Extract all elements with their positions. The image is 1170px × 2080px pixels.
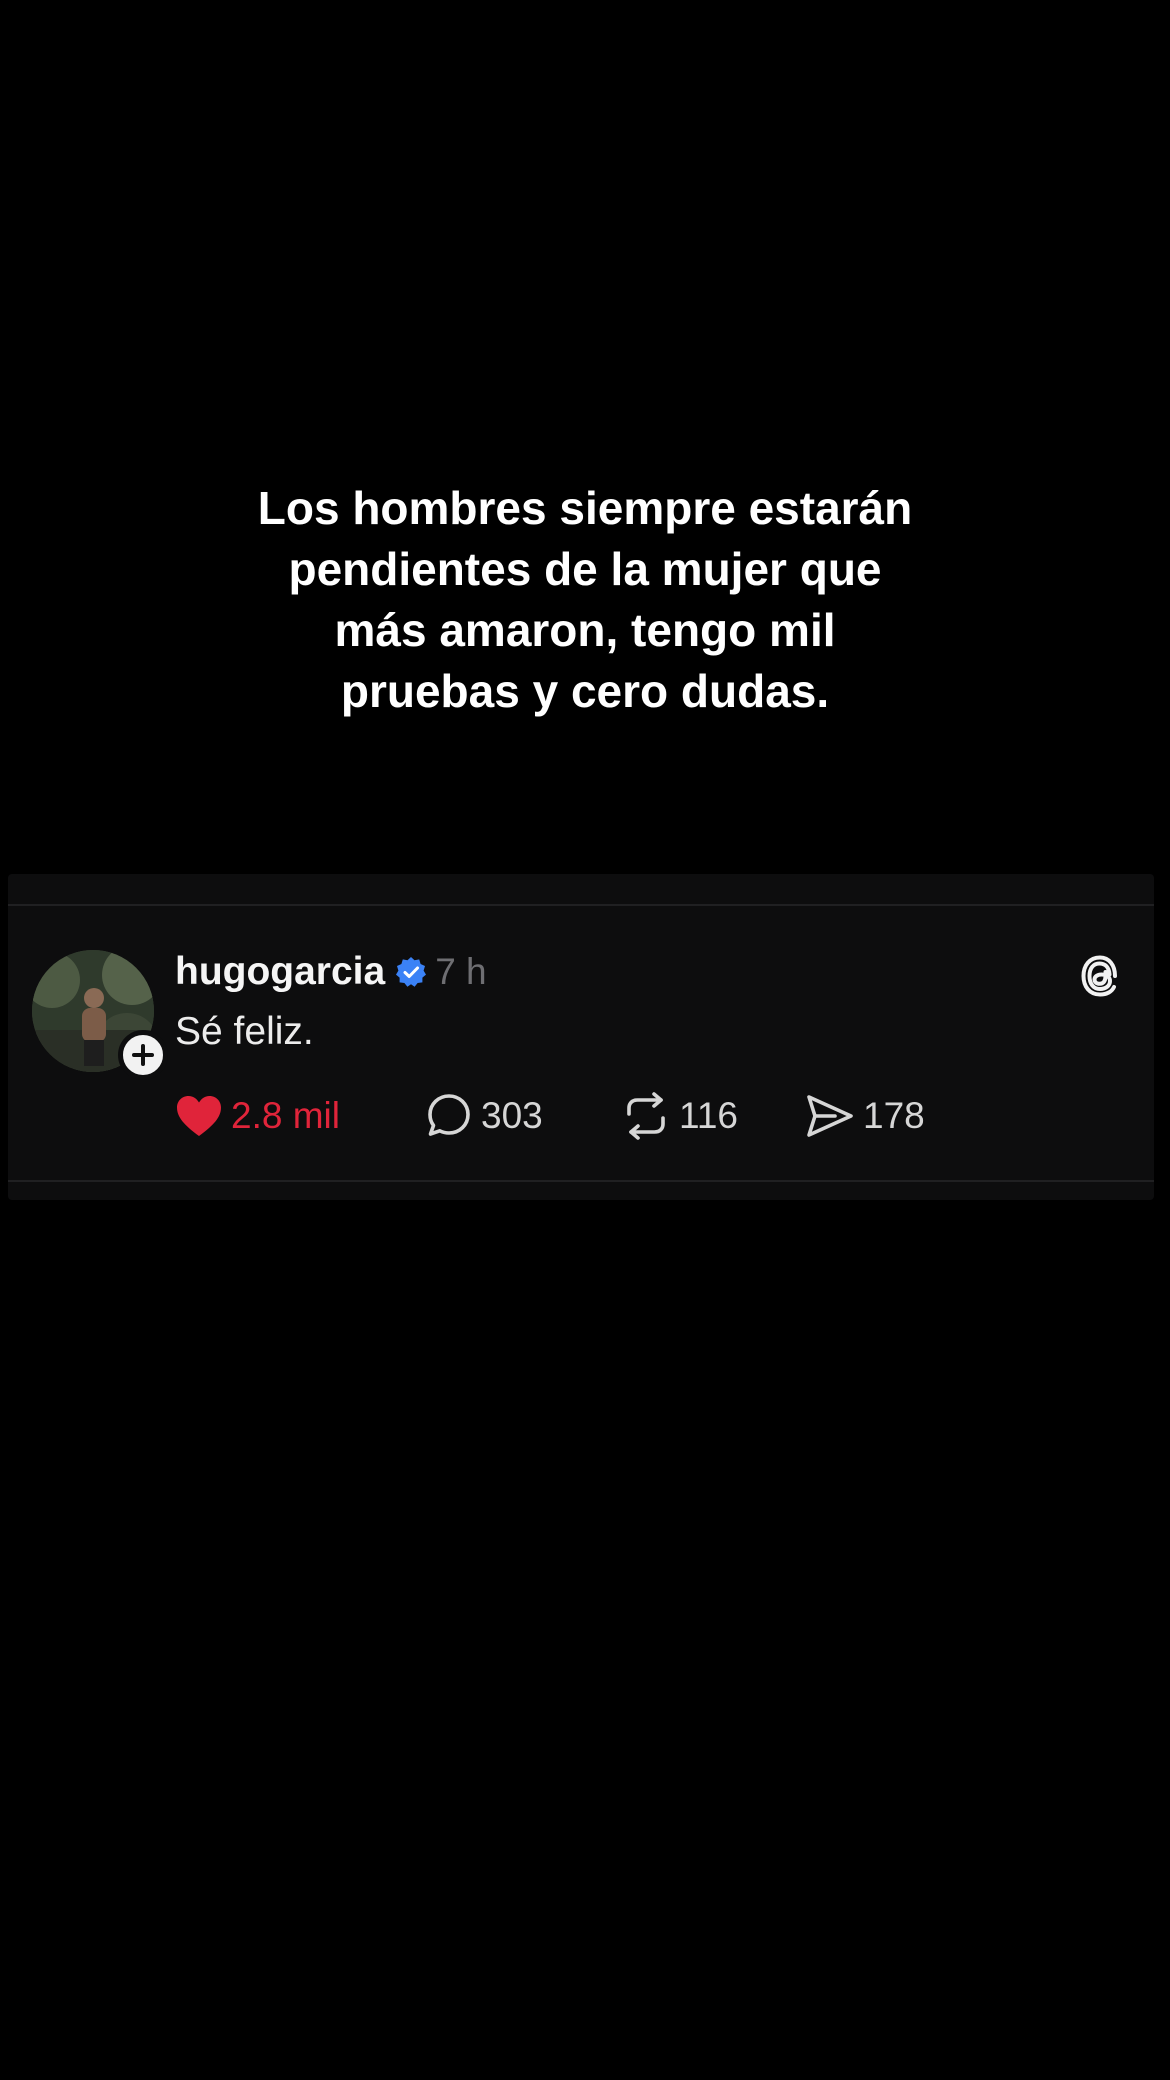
divider <box>8 1180 1154 1182</box>
post-timestamp: 7 h <box>435 951 487 992</box>
repost-icon <box>627 1092 665 1140</box>
heart-icon <box>177 1096 221 1136</box>
caption-line: pendientes de la mujer que <box>288 543 882 595</box>
caption-line: Los hombres siempre estarán <box>257 482 913 534</box>
repost-button[interactable]: 116 <box>621 1092 805 1140</box>
post-text: Sé feliz. <box>175 1010 314 1053</box>
verified-badge-icon <box>396 957 427 987</box>
repost-count: 116 <box>679 1095 738 1136</box>
post-actions: 2.8 mil 303 116 178 <box>175 1088 945 1144</box>
post-header: hugogarcia 7 h <box>175 946 487 998</box>
share-button[interactable]: 178 <box>805 1092 945 1140</box>
plus-icon <box>132 1044 154 1066</box>
overlay-caption: Los hombres siempre estarán pendientes d… <box>185 478 985 722</box>
threads-post-card: hugogarcia 7 h Sé feliz. 2.8 mil 303 116… <box>8 874 1154 1200</box>
caption-line: más amaron, tengo mil <box>334 604 836 656</box>
like-count: 2.8 mil <box>231 1095 340 1136</box>
like-button[interactable]: 2.8 mil <box>175 1094 425 1138</box>
reply-count: 303 <box>481 1095 543 1136</box>
send-icon <box>807 1095 853 1137</box>
divider <box>8 904 1154 906</box>
username[interactable]: hugogarcia <box>175 950 385 994</box>
reply-button[interactable]: 303 <box>425 1092 621 1140</box>
speech-bubble-icon <box>428 1094 470 1136</box>
threads-logo-icon[interactable] <box>1074 950 1126 1002</box>
caption-line: pruebas y cero dudas. <box>340 665 830 717</box>
follow-button[interactable] <box>118 1030 168 1080</box>
share-count: 178 <box>863 1095 925 1136</box>
